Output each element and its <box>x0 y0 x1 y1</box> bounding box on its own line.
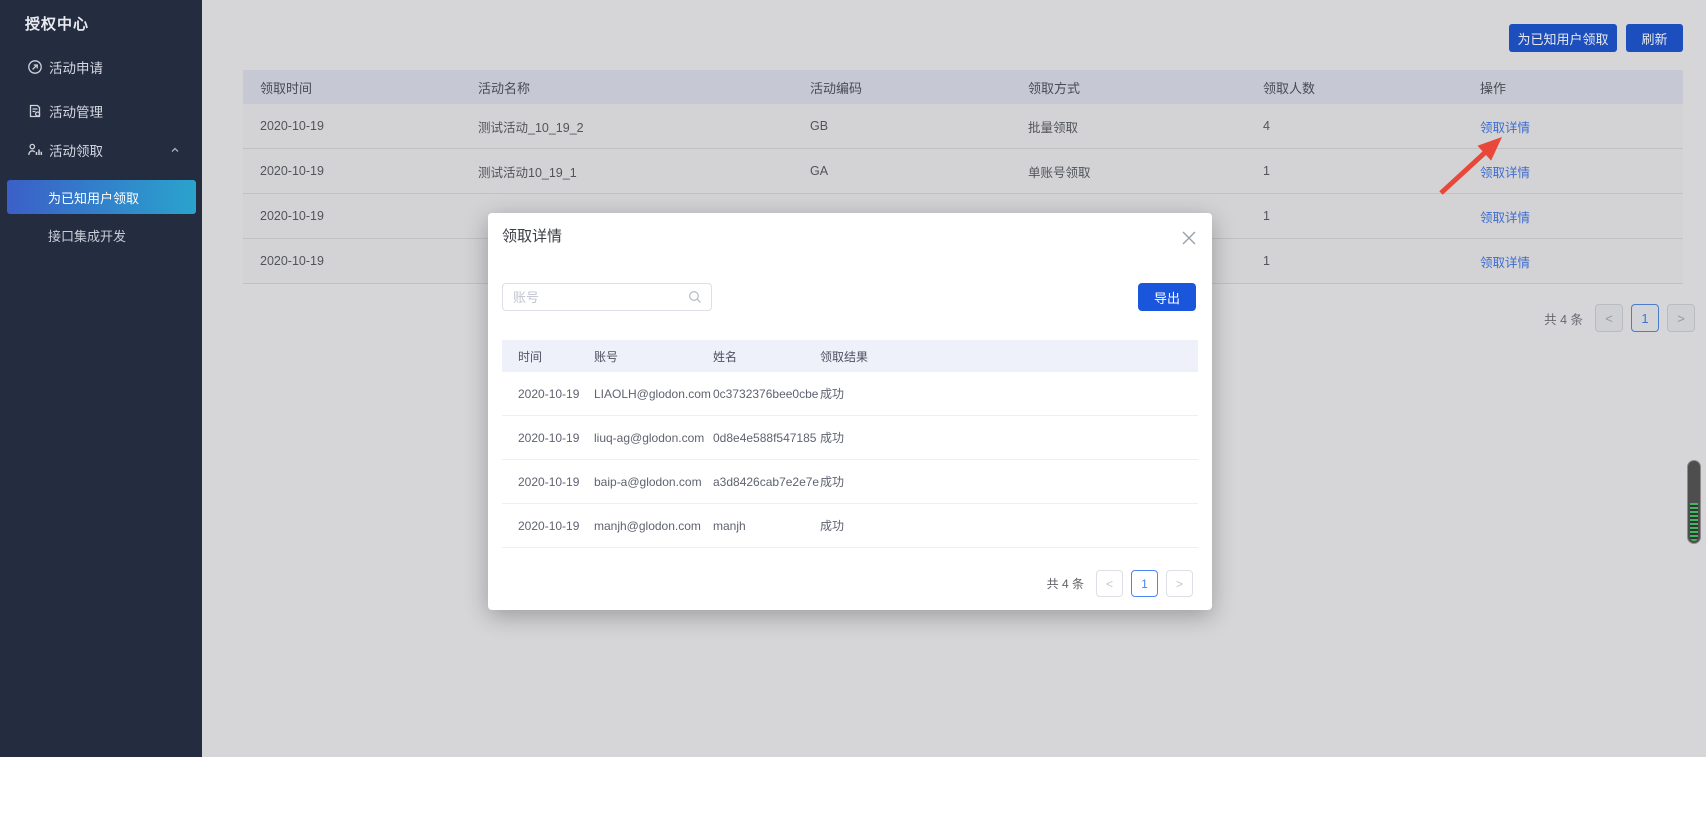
cell-count: 1 <box>1263 209 1480 223</box>
cell-name: 0c3732376bee0cbe <box>713 387 820 401</box>
sidebar-subitem-label: 为已知用户领取 <box>48 188 139 207</box>
receive-detail-link[interactable]: 领取详情 <box>1480 121 1530 135</box>
cell-count: 1 <box>1263 254 1480 268</box>
sidebar-item-label: 活动领取 <box>49 140 103 160</box>
detail-row: 2020-10-19 baip-a@glodon.com a3d8426cab7… <box>502 460 1198 504</box>
sidebar-item-activity-apply[interactable]: 活动申请 <box>0 52 202 82</box>
cell-code: GB <box>810 119 1028 133</box>
detail-row: 2020-10-19 manjh@glodon.com manjh 成功 <box>502 504 1198 548</box>
target-icon <box>27 59 43 75</box>
certificate-icon <box>27 103 43 119</box>
export-button[interactable]: 导出 <box>1138 283 1196 311</box>
cell-result: 成功 <box>820 517 1198 534</box>
column-header-time: 领取时间 <box>243 78 478 97</box>
prev-page-button[interactable]: < <box>1096 570 1123 597</box>
pagination-total: 共 4 条 <box>1047 575 1084 592</box>
column-header-action: 操作 <box>1480 78 1683 97</box>
column-header-account: 账号 <box>594 348 713 365</box>
pagination-total: 共 4 条 <box>1544 309 1583 328</box>
table-row: 2020-10-19 测试活动10_19_1 GA 单账号领取 1 领取详情 <box>243 149 1683 194</box>
sidebar-item-api-integration[interactable]: 接口集成开发 <box>7 218 196 252</box>
cell-count: 1 <box>1263 164 1480 178</box>
sidebar-item-receive-known-users[interactable]: 为已知用户领取 <box>7 180 196 214</box>
table-row: 2020-10-19 测试活动_10_19_2 GB 批量领取 4 领取详情 <box>243 104 1683 149</box>
sidebar-item-label: 活动管理 <box>49 101 103 121</box>
column-header-result: 领取结果 <box>820 348 1198 365</box>
main-pagination: 共 4 条 < 1 > <box>1544 304 1695 332</box>
sidebar-subitem-label: 接口集成开发 <box>48 226 126 245</box>
chevron-right-icon: > <box>1176 577 1183 591</box>
user-chart-icon <box>27 142 43 158</box>
sidebar-item-label: 活动申请 <box>49 57 103 77</box>
account-search-input[interactable] <box>502 283 712 311</box>
receive-for-known-users-button[interactable]: 为已知用户领取 <box>1509 24 1617 52</box>
cell-name: manjh <box>713 519 820 533</box>
sidebar: 授权中心 活动申请 活动管理 活动领取 为已知用户领取 <box>0 0 202 757</box>
cell-time: 2020-10-19 <box>502 519 594 533</box>
detail-header-row: 时间 账号 姓名 领取结果 <box>502 340 1198 372</box>
chevron-left-icon: < <box>1106 577 1113 591</box>
receive-detail-link[interactable]: 领取详情 <box>1480 211 1530 225</box>
scrollbar-progress-stripes <box>1690 503 1698 541</box>
cell-time: 2020-10-19 <box>243 164 478 178</box>
cell-account: manjh@glodon.com <box>594 519 713 533</box>
page-1-button[interactable]: 1 <box>1131 570 1158 597</box>
cell-count: 4 <box>1263 119 1480 133</box>
column-header-count: 领取人数 <box>1263 78 1480 97</box>
cell-time: 2020-10-19 <box>243 209 478 223</box>
cell-name: 测试活动10_19_1 <box>478 162 810 181</box>
cell-method: 单账号领取 <box>1028 162 1263 181</box>
scrollbar-thumb[interactable] <box>1687 460 1701 544</box>
prev-page-button[interactable]: < <box>1595 304 1623 332</box>
column-header-method: 领取方式 <box>1028 78 1263 97</box>
cell-result: 成功 <box>820 473 1198 490</box>
sidebar-item-activity-manage[interactable]: 活动管理 <box>0 96 202 126</box>
column-header-code: 活动编码 <box>810 78 1028 97</box>
cell-time: 2020-10-19 <box>243 254 478 268</box>
cell-method: 批量领取 <box>1028 117 1263 136</box>
cell-result: 成功 <box>820 429 1198 446</box>
chevron-up-icon <box>170 145 180 155</box>
cell-account: liuq-ag@glodon.com <box>594 431 713 445</box>
detail-row: 2020-10-19 liuq-ag@glodon.com 0d8e4e588f… <box>502 416 1198 460</box>
cell-result: 成功 <box>820 385 1198 402</box>
cell-name: 0d8e4e588f547185 <box>713 431 820 445</box>
table-header-row: 领取时间 活动名称 活动编码 领取方式 领取人数 操作 <box>243 70 1683 104</box>
detail-row: 2020-10-19 LIAOLH@glodon.com 0c3732376be… <box>502 372 1198 416</box>
sidebar-item-activity-receive[interactable]: 活动领取 <box>0 135 202 165</box>
chevron-right-icon: > <box>1677 311 1685 326</box>
modal-pagination: 共 4 条 < 1 > <box>1047 570 1193 597</box>
next-page-button[interactable]: > <box>1667 304 1695 332</box>
cell-account: LIAOLH@glodon.com <box>594 387 713 401</box>
cell-time: 2020-10-19 <box>502 387 594 401</box>
modal-title: 领取详情 <box>502 225 562 246</box>
app-title: 授权中心 <box>25 13 89 34</box>
app-root: 授权中心 活动申请 活动管理 活动领取 为已知用户领取 <box>0 0 1706 825</box>
page-1-button[interactable]: 1 <box>1631 304 1659 332</box>
cell-time: 2020-10-19 <box>502 475 594 489</box>
next-page-button[interactable]: > <box>1166 570 1193 597</box>
cell-account: baip-a@glodon.com <box>594 475 713 489</box>
close-icon[interactable] <box>1180 229 1198 247</box>
cell-time: 2020-10-19 <box>502 431 594 445</box>
column-header-name: 活动名称 <box>478 78 810 97</box>
cell-name: a3d8426cab7e2e7e <box>713 475 820 489</box>
cell-name: 测试活动_10_19_2 <box>478 117 810 136</box>
chevron-left-icon: < <box>1605 311 1613 326</box>
refresh-button[interactable]: 刷新 <box>1626 24 1683 52</box>
cell-code: GA <box>810 164 1028 178</box>
receive-detail-modal: 领取详情 导出 时间 账号 姓名 领取结果 2020-10-19 LIAOLH@… <box>488 213 1212 610</box>
receive-detail-link[interactable]: 领取详情 <box>1480 166 1530 180</box>
column-header-name: 姓名 <box>713 348 820 365</box>
receive-detail-link[interactable]: 领取详情 <box>1480 256 1530 270</box>
detail-table: 时间 账号 姓名 领取结果 2020-10-19 LIAOLH@glodon.c… <box>502 340 1198 548</box>
bottom-band <box>0 757 1706 825</box>
column-header-time: 时间 <box>502 348 594 365</box>
cell-time: 2020-10-19 <box>243 119 478 133</box>
